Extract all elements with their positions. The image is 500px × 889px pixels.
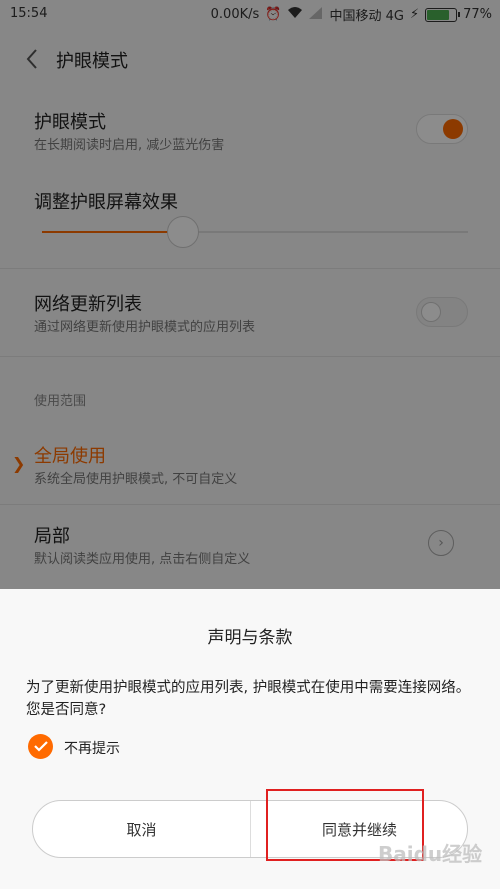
dont-remind-checkbox[interactable] <box>28 734 53 759</box>
cancel-button[interactable]: 取消 <box>33 801 250 857</box>
baidu-watermark: Baidu经验 <box>378 842 483 866</box>
dialog-message: 为了更新使用护眼模式的应用列表, 护眼模式在使用中需要连接网络。您是否同意? <box>26 680 471 718</box>
dialog-title: 声明与条款 <box>207 628 293 648</box>
dont-remind-label[interactable]: 不再提示 <box>64 738 120 758</box>
